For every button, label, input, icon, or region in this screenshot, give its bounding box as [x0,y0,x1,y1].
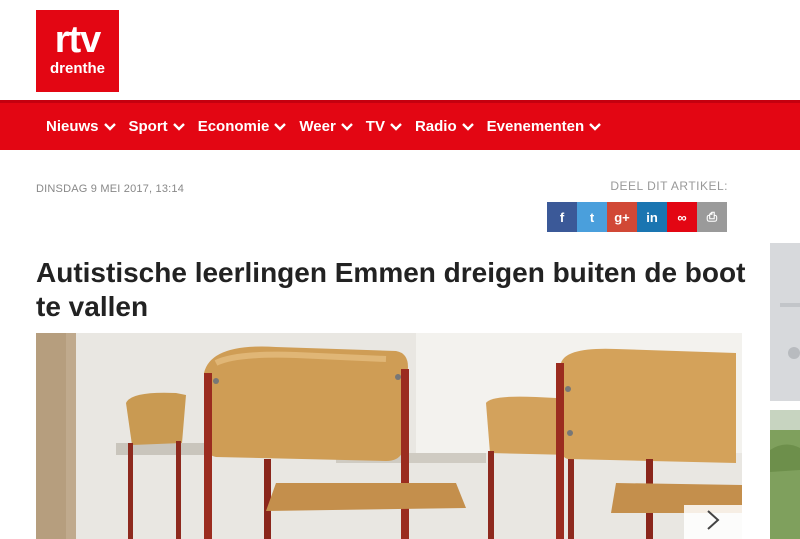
nav-item-label: Economie [197,118,270,135]
twitter-share-button[interactable]: t [577,202,607,232]
nav-item-label: Weer [299,118,336,135]
nav-item-label: Sport [128,118,168,135]
chevron-down-icon [389,120,403,134]
google-plus-share-button[interactable]: g+ [607,202,637,232]
nav-item-sport[interactable]: Sport [129,118,186,135]
print-icon: ⎙ [706,209,718,224]
nav-item-label: Evenementen [486,118,585,135]
nav-item-nieuws[interactable]: Nieuws [46,118,117,135]
share-label: DEEL DIT ARTIKEL: [610,179,728,193]
article-date: DINSDAG 9 MEI 2017, 13:14 [36,183,185,195]
chevron-down-icon [103,120,117,134]
logo-line-2: drenthe [49,60,105,77]
chevron-down-icon [273,120,287,134]
nav-item-weer[interactable]: Weer [299,118,353,135]
facebook-share-button[interactable]: f [547,202,577,232]
nav-item-label: Nieuws [46,118,99,135]
link-share-button[interactable]: ∞ [667,202,697,232]
link-icon: ∞ [677,209,687,225]
nav-item-evenementen[interactable]: Evenementen [487,118,603,135]
nav-item-radio[interactable]: Radio [415,118,475,135]
linkedin-icon: in [646,209,658,225]
classroom-chairs-photo [36,333,742,539]
nav-item-label: Radio [414,118,457,135]
share-buttons: f t g+ in ∞ ⎙ [547,202,727,232]
nav-items: Nieuws Sport Economie Weer TV Radio Evenemente… [46,103,614,150]
next-image-button[interactable] [684,505,742,539]
nav-item-economie[interactable]: Economie [198,118,288,135]
article-title: Autistische leerlingen Emmen dreigen bui… [36,257,746,322]
chevron-down-icon [172,120,186,134]
site-header: rtv drenthe [0,0,800,100]
print-share-button[interactable]: ⎙ [697,202,727,232]
google-plus-icon: g+ [614,209,630,225]
rtv-drenthe-logo[interactable]: rtv drenthe [36,10,119,92]
chevron-right-icon [705,509,721,536]
nav-item-label: TV [365,118,385,135]
facebook-icon: f [559,209,565,225]
linkedin-share-button[interactable]: in [637,202,667,232]
chevron-down-icon [588,120,602,134]
main-nav: Nieuws Sport Economie Weer TV Radio Evenemente… [0,100,800,150]
twitter-icon: t [589,209,595,225]
hero-image [36,333,742,539]
related-thumbnail-2[interactable] [770,410,800,539]
logo-line-1: rtv [54,19,102,61]
chevron-down-icon [461,120,475,134]
chevron-down-icon [340,120,354,134]
nav-item-tv[interactable]: TV [366,118,403,135]
related-thumbnail-1[interactable] [770,243,800,401]
